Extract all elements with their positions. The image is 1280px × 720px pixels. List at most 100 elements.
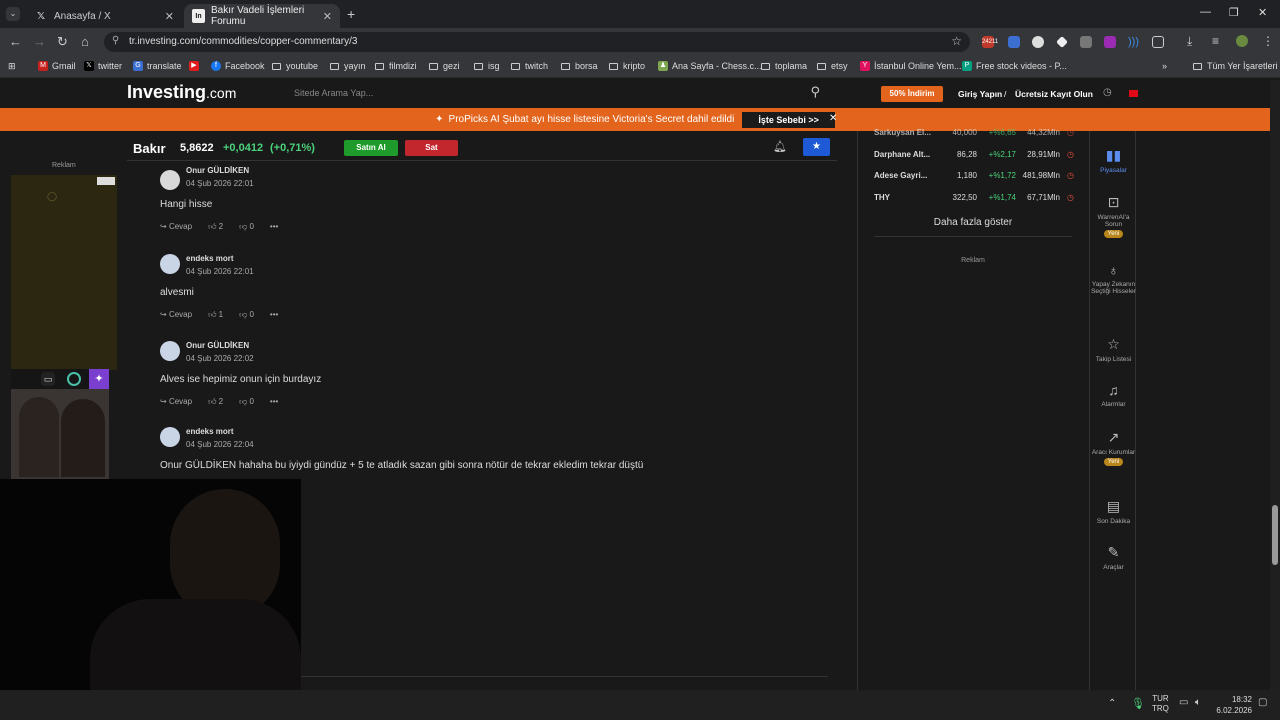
tab-investing[interactable]: In Bakır Vadeli İşlemleri Forumu ✕ [184,4,340,28]
bookmark-folder-borsa[interactable]: borsa [561,61,598,71]
avatar[interactable] [160,341,180,361]
dislike-button[interactable]: 👎︎ 0 [239,397,254,407]
scrollbar[interactable] [1270,80,1280,690]
ad-banner[interactable]: ◯ [11,175,117,370]
profile-avatar[interactable] [1236,35,1248,47]
microphone-icon[interactable]: 🎙︎ [1131,697,1145,710]
minimize-button[interactable]: — [1200,6,1211,18]
tab-twitter[interactable]: 𝕏 Anasayfa / X ✕ [26,4,182,28]
window-close-button[interactable]: ✕ [1258,6,1267,19]
more-options-icon[interactable]: ••• [270,310,278,320]
reload-icon[interactable]: ↻ [57,34,68,50]
comment-author[interactable]: Onur GÜLDİKEN [186,166,249,175]
comment-author[interactable]: Onur GÜLDİKEN [186,341,249,350]
sidebar-item-watchlist[interactable]: ☆ Takip Listesi [1090,336,1137,363]
bookmark-folder-gezi[interactable]: gezi [429,61,460,71]
home-icon[interactable]: ⌂ [81,34,89,49]
avatar[interactable] [160,427,180,447]
like-button[interactable]: 👍︎ 2 [208,222,223,232]
extension-icon[interactable] [1080,36,1092,48]
bookmark-gmail[interactable]: M Gmail [38,61,76,71]
login-link[interactable]: Giriş Yapın [958,89,1002,99]
bookmark-youtube-icon[interactable]: ▶ [189,61,203,71]
site-search-input[interactable]: Sitede Arama Yap... ⚲ [286,83,826,103]
chevron-up-icon[interactable]: ⌃ [1108,698,1116,709]
comment-author[interactable]: endeks mort [186,254,234,263]
bookmark-twitter[interactable]: 𝕏twitter [84,61,122,71]
dislike-button[interactable]: 👎︎ 0 [239,310,254,320]
market-row[interactable]: Sarkuysan El... 40,000 +%6,65 44,32Mln ◷ [874,128,1074,142]
window-icon[interactable]: ▭ [41,372,55,386]
bookmark-pexels[interactable]: P Free stock videos - P... [962,61,1067,71]
download-icon[interactable]: ⤓ [1187,34,1192,49]
close-icon[interactable]: ✕ [165,10,174,23]
network-icon[interactable]: ▭ [1179,697,1188,708]
market-row[interactable]: Darphane Alt... 86,28 +%2,17 28,91Mln ◷ [874,150,1074,164]
market-row[interactable]: THY 322,50 +%1,74 67,71Mln ◷ [874,193,1074,207]
bookmark-folder-all[interactable]: Tüm Yer İşaretleri [1193,61,1278,71]
bookmark-folder-yayin[interactable]: yayın [330,61,366,71]
turkey-flag-icon[interactable] [1129,90,1138,97]
bookmark-folder-filmdizi[interactable]: filmdizi [375,61,417,71]
extension-icon[interactable] [1104,36,1116,48]
back-icon[interactable]: ← [9,34,22,49]
circle-icon[interactable] [67,372,81,386]
reply-button[interactable]: ↪ Cevap [160,310,192,320]
bookmark-folder-etsy[interactable]: etsy [817,61,848,71]
bookmark-folder-toplama[interactable]: toplama [761,61,807,71]
signup-link[interactable]: Ücretsiz Kayıt Olun [1015,89,1093,99]
sidebar-item-alerts[interactable]: ♫ Alarmlar [1090,382,1137,408]
bookmark-folder-twitch[interactable]: twitch [511,61,548,71]
sidebar-item-warrenai[interactable]: ⊡ WarrenAI'a Sorun Yeni [1090,194,1137,238]
bookmark-star-icon[interactable]: ☆ [951,34,962,48]
clock[interactable]: 18:32 6.02.2026 [1216,694,1252,716]
sidebar-item-markets[interactable]: ▮▮ Piyasalar [1090,147,1137,174]
address-bar[interactable]: ⚲ tr.investing.com/commodities/copper-co… [104,32,970,52]
close-icon[interactable]: ✕ [323,10,332,23]
sidebar-item-brokers[interactable]: ↗ Aracı Kurumlar Yeni [1090,429,1137,466]
bell-plus-icon[interactable]: 🔔︎ [773,140,787,153]
search-icon[interactable]: ⚲ [810,84,820,100]
bookmark-facebook[interactable]: f Facebook [211,61,265,71]
avatar[interactable] [160,170,180,190]
bookmark-folder-kripto[interactable]: kripto [609,61,645,71]
like-button[interactable]: 👍︎ 2 [208,397,223,407]
menu-icon[interactable]: ⋮ [1262,34,1274,48]
bookmarks-overflow-icon[interactable]: » [1162,61,1167,71]
sidebar-item-news[interactable]: ▤ Son Dakika [1090,498,1137,525]
volume-icon[interactable]: 🔈︎ [1195,697,1201,708]
investing-logo[interactable]: Investing.com [127,82,236,103]
comment-author[interactable]: endeks mort [186,427,234,436]
reply-button[interactable]: ↪ Cevap [160,222,192,232]
watchlist-star-button[interactable]: ★ [803,138,830,156]
dislike-button[interactable]: 👎︎ 0 [239,222,254,232]
extension-icon[interactable]: ))) [1128,36,1140,48]
apps-icon[interactable]: ⊞ [8,61,16,72]
language-indicator[interactable]: TUR TRQ [1152,694,1169,714]
promo-button[interactable]: İşte Sebebi >> [742,111,835,128]
discount-button[interactable]: 50% İndirim [881,86,943,102]
avatar[interactable] [160,254,180,274]
market-row[interactable]: Adese Gayri... 1,180 +%1,72 481,98Mln ◷ [874,171,1074,185]
bookmark-chess[interactable]: ♟ Ana Sayfa - Chess.c... [658,61,762,71]
tab-search-button[interactable]: ⌄ [6,7,20,21]
scrollbar-thumb[interactable] [1272,505,1278,565]
magic-wand-icon[interactable]: ✦ [89,369,109,389]
sell-button[interactable]: Sat [405,140,458,156]
video-overlay[interactable]: ▭ ✦ [11,369,109,479]
extensions-puzzle-icon[interactable] [1152,36,1164,48]
restore-button[interactable]: ❐ [1229,6,1239,19]
more-options-icon[interactable]: ••• [270,222,278,232]
bookmark-folder-youtube[interactable]: youtube [272,61,318,71]
notification-icon[interactable]: ▢ [1258,697,1267,708]
extension-badge-icon[interactable]: 24211 [982,36,998,48]
extension-icon[interactable] [1032,36,1044,48]
sidebar-item-ai-picks[interactable]: ♁ Yapay Zekanın Seçtiği Hisseler [1090,262,1137,295]
bookmark-translate[interactable]: Gtranslate [133,61,182,71]
site-info-icon[interactable]: ⚲ [112,35,119,46]
bookmark-folder-isg[interactable]: isg [474,61,500,71]
ad-choices-icon[interactable] [97,177,115,185]
new-tab-button[interactable]: + [347,6,355,22]
sidebar-item-tools[interactable]: ✎ Araçlar [1090,544,1137,571]
like-button[interactable]: 👍︎ 1 [208,310,223,320]
